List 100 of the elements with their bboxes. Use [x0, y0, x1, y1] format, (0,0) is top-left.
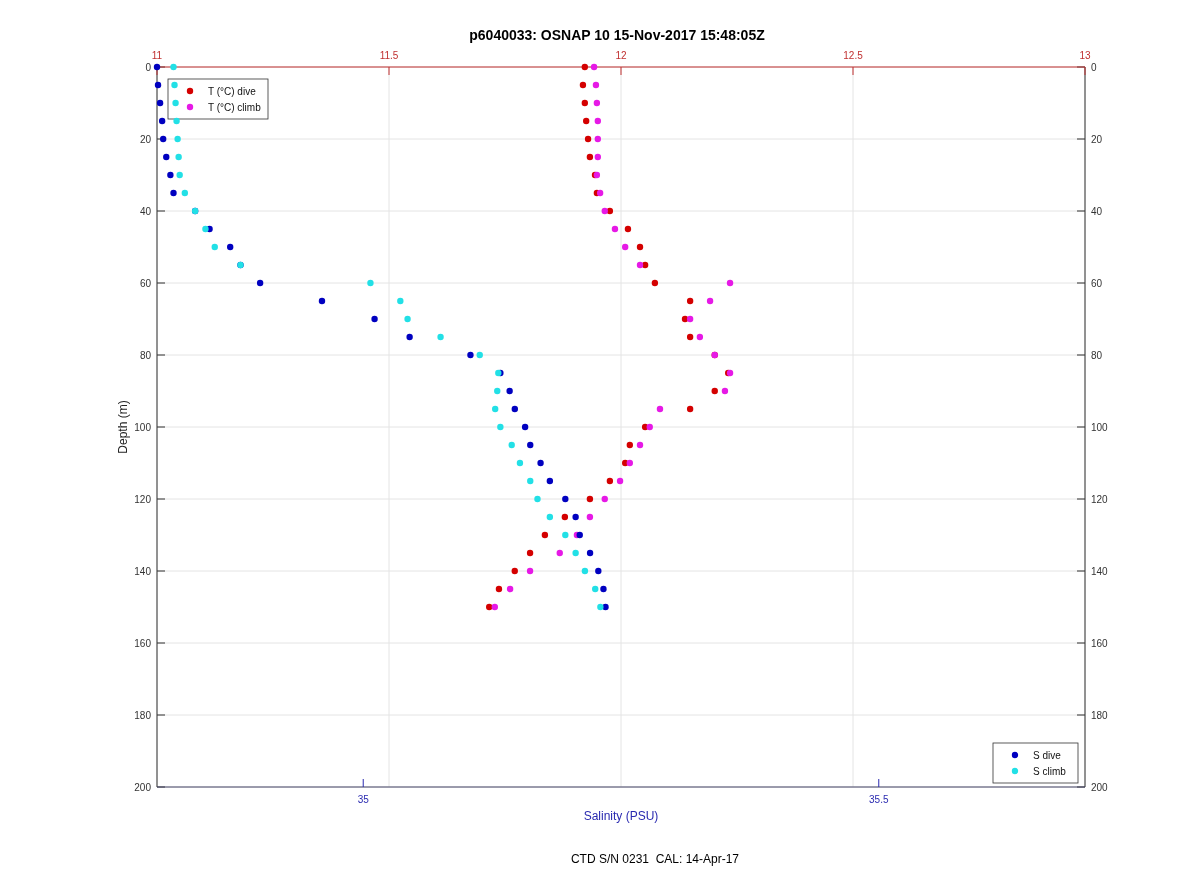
data-point [171, 81, 178, 89]
data-point [497, 423, 504, 431]
legend-label: T (°C) climb [208, 102, 261, 113]
axis-tick-label: 40 [139, 206, 151, 217]
data-point [211, 243, 218, 251]
data-point [511, 405, 518, 413]
data-point [593, 99, 601, 107]
axis-tick-label: 60 [1091, 278, 1103, 289]
axis-tick-label: 20 [1091, 134, 1103, 145]
data-point [537, 459, 544, 467]
data-point [154, 81, 162, 89]
data-point [521, 423, 529, 431]
data-point [624, 225, 632, 233]
axis-tick-label: 12 [615, 50, 627, 61]
data-point [606, 477, 614, 485]
data-point [526, 549, 534, 557]
data-point [163, 153, 170, 161]
data-point [594, 135, 601, 143]
data-point [616, 477, 624, 485]
data-point [611, 225, 619, 233]
data-point [527, 477, 534, 485]
footer-caption: CTD S/N 0231 CAL: 14-Apr-17 [570, 851, 740, 868]
data-point [595, 567, 602, 575]
data-point [175, 153, 182, 161]
axis-tick-label: 80 [139, 350, 151, 361]
data-point [584, 135, 592, 143]
data-point [651, 279, 659, 287]
chart-title: p6040033: OSNAP 10 15-Nov-2017 15:48:05Z [469, 27, 765, 43]
data-point [227, 243, 234, 251]
data-point [153, 63, 161, 71]
data-point [170, 189, 177, 197]
data-point [562, 495, 569, 503]
data-point [626, 441, 633, 449]
legend-label: S climb [1033, 766, 1066, 777]
data-point [561, 513, 569, 521]
axis-tick-label: 40 [1091, 206, 1103, 217]
axis-tick-label: 80 [1091, 350, 1103, 361]
axis-tick-label: 180 [134, 710, 151, 721]
data-point [467, 351, 474, 359]
axis-tick-label: 140 [1091, 566, 1108, 577]
data-point [686, 405, 694, 413]
axis-tick-label: 11 [151, 50, 163, 61]
x-axis-label: Salinity (PSU) [583, 809, 659, 823]
data-point [156, 99, 164, 107]
axis-tick-label: 160 [134, 638, 151, 649]
data-point [581, 567, 589, 575]
data-point [494, 387, 501, 395]
data-point [586, 513, 594, 521]
data-point [656, 405, 664, 413]
data-point [508, 441, 515, 449]
data-point [583, 117, 590, 125]
data-point [173, 117, 180, 125]
data-point [170, 63, 177, 71]
data-point [516, 459, 524, 467]
data-point [581, 63, 588, 71]
data-point [696, 333, 704, 341]
axis-tick-label: 200 [134, 782, 151, 793]
axis-tick-label: 140 [134, 566, 151, 577]
data-point [706, 297, 714, 305]
data-point [586, 549, 594, 557]
data-point [601, 495, 608, 503]
data-point [495, 585, 503, 593]
data-point [572, 549, 579, 557]
data-point [686, 297, 694, 305]
axis-tick-label: 200 [1091, 782, 1108, 793]
data-point [527, 441, 534, 449]
data-point [160, 135, 167, 143]
data-point [579, 81, 587, 89]
data-point [556, 549, 563, 557]
data-point [721, 387, 729, 395]
data-point [511, 567, 518, 575]
data-point [726, 279, 734, 287]
axis-tick-label: 35.5 [869, 794, 889, 805]
axis-tick-label: 120 [134, 494, 151, 505]
axis-tick-label: 11.5 [379, 50, 399, 61]
data-point [581, 99, 588, 107]
data-point [592, 81, 600, 89]
legend-label: S dive [1033, 750, 1061, 761]
data-point [534, 495, 541, 503]
data-point [397, 297, 404, 305]
data-point [572, 513, 579, 521]
data-point [404, 315, 411, 323]
data-point [492, 405, 499, 413]
data-point [318, 297, 326, 305]
data-point [172, 99, 179, 107]
data-point [506, 585, 514, 593]
data-point [546, 477, 554, 485]
data-point [546, 513, 554, 521]
data-point [167, 171, 174, 179]
legend-label: T (°C) dive [208, 86, 256, 97]
data-point [562, 531, 569, 539]
data-point [181, 189, 189, 197]
data-point [622, 243, 629, 251]
axis-tick-label: 160 [1091, 638, 1108, 649]
data-point [437, 333, 444, 341]
data-point [476, 351, 483, 359]
data-point [586, 495, 594, 503]
data-point [590, 63, 598, 71]
data-point [176, 171, 183, 179]
axis-tick-label: 120 [1091, 494, 1108, 505]
